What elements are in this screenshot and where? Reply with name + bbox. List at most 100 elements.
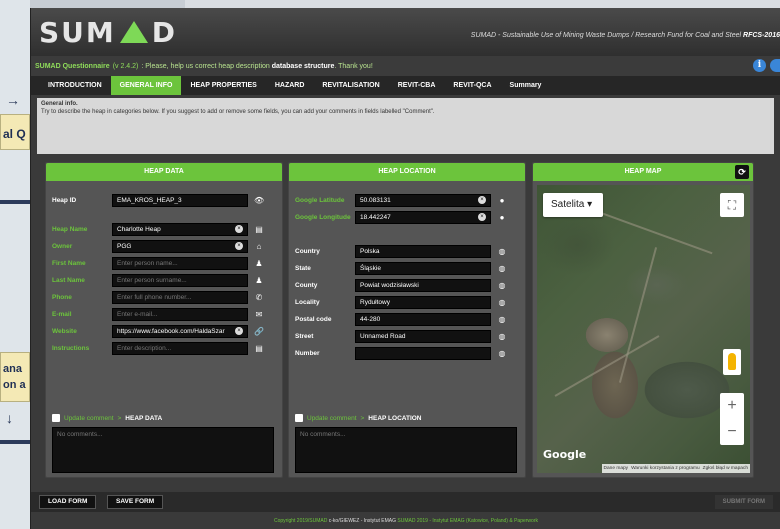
field-input[interactable]: Śląskie [355,261,491,275]
comment-checkbox[interactable] [52,414,60,422]
field-action-icon[interactable]: ◍ [497,349,507,358]
clear-icon[interactable]: × [235,242,243,250]
tab-revit-qca[interactable]: REVIT-QCA [444,76,500,95]
clear-icon[interactable]: × [235,225,243,233]
heap-location-comment-label[interactable]: Update comment > HEAP LOCATION [295,414,422,422]
field-row: Website https://www.facebook.com/HaldaSza… [52,324,264,338]
field-action-icon[interactable]: ♟ [254,276,264,285]
eye-icon[interactable]: 👁 [254,196,264,205]
field-action-icon[interactable]: ▤ [254,225,264,234]
tab-introduction[interactable]: INTRODUCTION [39,76,111,95]
map-terms-link[interactable]: Warunki korzystania z programu [631,466,700,471]
zoom-control: + − [720,393,744,445]
field-action-icon[interactable]: ✉ [254,310,264,319]
field-action-icon[interactable]: ✆ [254,293,264,302]
field-action-icon[interactable]: ◍ [497,315,507,324]
heap-map-header: HEAP MAP ⟳ [533,163,753,181]
field-label: Google Longitude [295,213,351,221]
field-action-icon[interactable]: ◍ [497,281,507,290]
field-input[interactable]: Rydułtowy [355,295,491,309]
field-input[interactable]: 18.442247 × [355,210,491,224]
field-input[interactable]: https://www.facebook.com/HaldaSzar × [112,324,248,338]
fullscreen-icon[interactable]: ⛶ [720,193,744,217]
field-row: Country Polska ◍ [295,244,507,258]
map-attribution: Dane mapy Warunki korzystania z programu… [601,464,750,473]
field-input[interactable]: Enter full phone number... [112,290,248,304]
general-info-title: General info. [41,101,78,107]
heap-data-header: HEAP DATA [46,163,282,181]
arrow-icon: → [6,92,20,108]
field-action-icon[interactable]: ◍ [497,298,507,307]
field-label: State [295,264,311,272]
refresh-icon[interactable]: ⟳ [735,165,749,179]
heap-id-row: Heap ID EMA_KROS_HEAP_3 👁 [52,193,264,207]
heap-data-comment-label[interactable]: Update comment > HEAP DATA [52,414,162,422]
map-report-link[interactable]: Zgłoś błąd w mapach [703,466,748,471]
clear-icon[interactable]: × [235,327,243,335]
field-action-icon[interactable]: ● [497,196,507,205]
field-action-icon[interactable]: ◍ [497,264,507,273]
heap-data-panel: HEAP DATA Heap ID EMA_KROS_HEAP_3 👁 Heap… [45,162,283,478]
zoom-in-button[interactable]: + [720,393,744,419]
field-input[interactable]: Powiat wodzisławski [355,278,491,292]
field-input[interactable]: Enter person name... [112,256,248,270]
field-input[interactable]: Polska [355,244,491,258]
tab-heap-properties[interactable]: HEAP PROPERTIES [181,76,265,95]
field-action-icon[interactable]: ◍ [497,247,507,256]
field-row: First Name Enter person name... ♟ [52,256,264,270]
field-action-icon[interactable]: ● [497,213,507,222]
field-input[interactable]: Enter e-mail... [112,307,248,321]
field-input[interactable]: PGG × [112,239,248,253]
field-action-icon[interactable]: ◍ [497,332,507,341]
app-header: SUM D SUMAD - Sustainable Use of Mining W… [31,8,780,56]
info-icon[interactable]: i [753,59,766,72]
field-label: Locality [295,298,320,306]
field-action-icon[interactable]: ▤ [254,344,264,353]
field-label: County [295,281,318,289]
load-form-button[interactable]: LOAD FORM [39,495,97,509]
field-action-icon[interactable]: 🔗 [254,327,264,336]
help-icon[interactable] [770,59,780,72]
field-input[interactable]: Enter description... [112,341,248,355]
field-action-icon[interactable]: ⌂ [254,242,264,251]
field-input[interactable]: Charlotte Heap × [112,222,248,236]
field-label: Country [295,247,320,255]
tab-revitalisation[interactable]: REVITALISATION [313,76,388,95]
satellite-map[interactable]: Satelita ▾ ⛶ + − Google Dane mapy Warunk… [537,185,750,473]
clear-icon[interactable]: × [478,196,486,204]
field-row: Last Name Enter person surname... ♟ [52,273,264,287]
field-input[interactable]: 50.083131 × [355,193,491,207]
save-form-button[interactable]: SAVE FORM [107,495,164,509]
heap-map-panel: HEAP MAP ⟳ Satelita ▾ ⛶ + − Google Dane … [532,162,754,478]
field-input[interactable]: Unnamed Road [355,329,491,343]
heap-location-comment-box[interactable]: No comments... [295,427,517,473]
map-type-dropdown[interactable]: Satelita ▾ [543,193,603,217]
heap-data-comment-box[interactable]: No comments... [52,427,274,473]
heap-id-label: Heap ID [52,196,77,204]
message-bar: SUMAD Questionnaire (v 2.4.2) : Please, … [31,56,780,76]
field-input[interactable]: Enter person surname... [112,273,248,287]
arrow-down-icon: ↓ [6,410,13,426]
street-view-icon[interactable] [723,349,741,375]
tab-summary[interactable]: Summary [501,76,551,95]
zoom-out-button[interactable]: − [720,419,744,445]
field-row: Instructions Enter description... ▤ [52,341,264,355]
map-road [618,247,658,383]
tab-hazard[interactable]: HAZARD [266,76,314,95]
field-row: E-mail Enter e-mail... ✉ [52,307,264,321]
field-action-icon[interactable]: ♟ [254,259,264,268]
field-input[interactable] [355,346,491,360]
message-text: : Please, help us correct heap descripti… [141,62,373,70]
general-info-box: General info. Try to describe the heap i… [37,98,774,154]
sumad-logo: SUM D [39,15,178,49]
field-input[interactable]: 44-280 [355,312,491,326]
tab-revit-cba[interactable]: REVIT-CBA [389,76,445,95]
map-data-link[interactable]: Dane mapy [604,466,629,471]
submit-form-button[interactable]: SUBMIT FORM [714,495,773,509]
map-road [554,335,660,397]
tab-general-info[interactable]: GENERAL INFO [110,76,182,95]
clear-icon[interactable]: × [478,213,486,221]
version-label: (v 2.4.2) [112,62,139,70]
comment-checkbox[interactable] [295,414,303,422]
app-window: SUM D SUMAD - Sustainable Use of Mining W… [30,8,780,529]
